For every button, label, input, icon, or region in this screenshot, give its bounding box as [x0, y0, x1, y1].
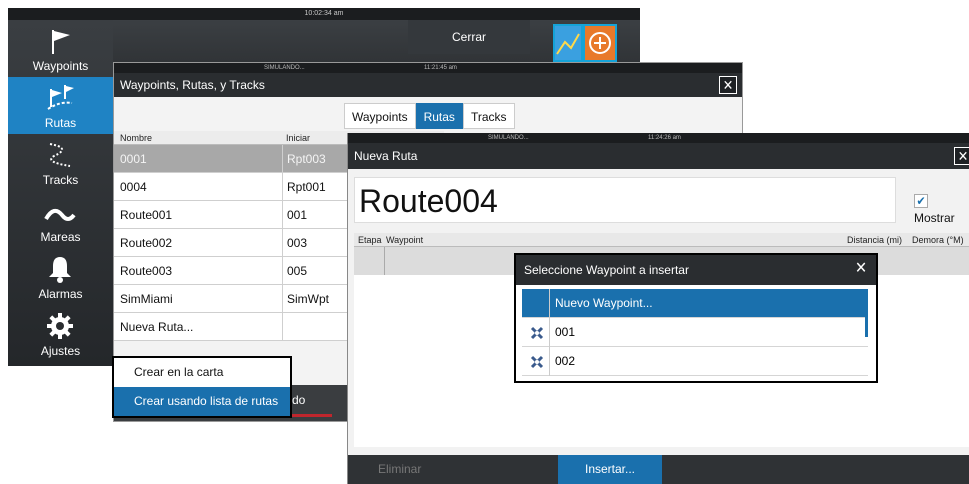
- route-start: 001: [282, 201, 307, 228]
- list-item-label: 002: [555, 354, 576, 368]
- clock-display: 10:02:34 am: [8, 8, 640, 20]
- route-name: Route001: [120, 208, 173, 222]
- sidebar-item-ajustes[interactable]: Ajustes: [8, 305, 113, 362]
- column-divider: [549, 289, 550, 318]
- route-start: 003: [282, 229, 307, 256]
- create-route-menu: Crear en la carta Crear usando lista de …: [112, 356, 292, 418]
- column-divider: [384, 247, 385, 275]
- sidebar-item-waypoints[interactable]: Waypoints: [8, 20, 113, 77]
- insert-button[interactable]: Insertar...: [558, 455, 662, 484]
- delete-button[interactable]: Eliminar: [378, 455, 421, 484]
- route-start: SimWpt: [282, 285, 329, 312]
- route-start: [282, 313, 287, 340]
- list-item-label: 001: [555, 325, 576, 339]
- scrollbar[interactable]: [865, 291, 868, 337]
- bottom-button-label[interactable]: do: [292, 385, 305, 415]
- flag-icon: [52, 30, 70, 54]
- menu-item-create-from-list[interactable]: Crear usando lista de rutas: [114, 387, 290, 416]
- route-name-field[interactable]: Route004: [354, 177, 896, 223]
- select-waypoint-dialog: Seleccione Waypoint a insertar ✕ Nuevo W…: [514, 253, 878, 383]
- close-button[interactable]: Cerrar: [408, 20, 530, 54]
- list-item[interactable]: 001: [522, 318, 868, 347]
- list-item-label: Nuevo Waypoint...: [555, 296, 653, 310]
- active-indicator: [292, 414, 332, 417]
- sidebar-item-label: Ajustes: [40, 344, 81, 358]
- wave-icon: [44, 208, 76, 221]
- list-item-new-waypoint[interactable]: Nuevo Waypoint...: [522, 289, 868, 318]
- show-label: Mostrar: [914, 211, 955, 225]
- dialog-title: Seleccione Waypoint a insertar: [516, 255, 876, 285]
- sidebar-item-label: Alarmas: [38, 287, 83, 301]
- column-header-start: Iniciar: [286, 133, 311, 143]
- clock-display: 11:24:26 am: [648, 135, 681, 141]
- column-header-leg: Etapa: [358, 235, 382, 245]
- list-item[interactable]: 002: [522, 347, 868, 376]
- column-header-distance: Distancia (mi): [847, 235, 903, 245]
- tab-bar: Waypoints Rutas Tracks: [344, 103, 515, 129]
- close-icon[interactable]: ✕: [954, 147, 969, 165]
- close-icon[interactable]: ✕: [719, 76, 737, 94]
- column-divider: [549, 347, 550, 376]
- bell-icon: [49, 257, 71, 283]
- tab-tracks[interactable]: Tracks: [462, 103, 515, 129]
- sidebar: Waypoints Rutas Tracks Mareas Alarmas Aj…: [8, 20, 113, 366]
- column-header-waypoint: Waypoint: [386, 235, 424, 245]
- sidebar-item-rutas[interactable]: Rutas: [8, 77, 113, 134]
- sidebar-item-label: Rutas: [44, 116, 77, 130]
- legs-table-header: Etapa Waypoint Distancia (mi) Demora (°M…: [354, 233, 969, 247]
- simulating-status: SIMULANDO...: [264, 65, 305, 71]
- route-name: Route003: [120, 264, 173, 278]
- sidebar-item-mareas[interactable]: Mareas: [8, 191, 113, 248]
- track-icon: [49, 143, 71, 167]
- route-flags-icon: [47, 85, 74, 110]
- status-bar: SIMULANDO... 11:21:45 am: [114, 63, 742, 73]
- column-header-bearing: Demora (°M): [912, 235, 964, 245]
- waypoint-cross-icon: [530, 355, 544, 369]
- sidebar-item-label: Tracks: [42, 173, 79, 187]
- sidebar-item-label: Waypoints: [32, 59, 89, 73]
- tab-rutas[interactable]: Rutas: [415, 103, 463, 129]
- route-name: SimMiami: [120, 292, 173, 306]
- simulating-status: SIMULANDO...: [488, 135, 529, 141]
- tab-waypoints[interactable]: Waypoints: [344, 103, 416, 129]
- show-toggle[interactable]: ✔ Mostrar: [914, 191, 969, 227]
- checkbox-checked-icon: ✔: [914, 193, 928, 208]
- gear-icon: [47, 313, 73, 339]
- clock-display: 11:21:45 am: [424, 65, 457, 71]
- close-icon[interactable]: ✕: [852, 261, 870, 279]
- column-header-name: Nombre: [120, 133, 153, 143]
- route-name: Nueva Ruta...: [120, 320, 194, 334]
- sidebar-item-alarmas[interactable]: Alarmas: [8, 248, 113, 305]
- route-start: 005: [282, 257, 307, 284]
- route-name: 0004: [120, 180, 147, 194]
- app-tiles[interactable]: [553, 24, 617, 62]
- route-name: 0001: [120, 152, 147, 166]
- chart-app-icon: [555, 26, 615, 60]
- window-title: Waypoints, Rutas, y Tracks: [114, 73, 742, 97]
- window-title: Nueva Ruta: [348, 143, 969, 169]
- route-start: Rpt003: [282, 145, 326, 172]
- waypoint-cross-icon: [530, 326, 544, 340]
- menu-item-create-on-chart[interactable]: Crear en la carta: [114, 358, 290, 387]
- column-divider: [549, 318, 550, 347]
- route-start: Rpt001: [282, 173, 326, 200]
- sidebar-item-tracks[interactable]: Tracks: [8, 134, 113, 191]
- status-bar: SIMULANDO... 11:24:26 am: [348, 133, 969, 143]
- sidebar-item-label: Mareas: [40, 230, 81, 244]
- route-name: Route002: [120, 236, 173, 250]
